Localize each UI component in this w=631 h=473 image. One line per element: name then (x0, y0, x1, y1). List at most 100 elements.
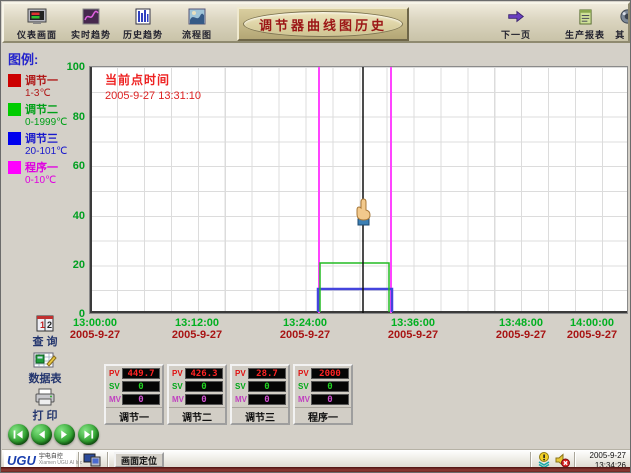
company-name-en: Xiamen UGU AI Inc (39, 461, 82, 467)
clock-date: 2005-9-27 (590, 451, 626, 461)
skip-to-start-icon (12, 429, 25, 440)
toolbar-button-instrument-screen[interactable]: 仪表画面 (10, 8, 64, 42)
toolbar: 仪表画面 实时趋势 历史趋势 流程图 调节器曲线图历史 下一页 生产报表 (2, 2, 630, 43)
regulator2-curve (320, 263, 389, 312)
sv-value: 0 (122, 381, 160, 392)
y-tick-label: 20 (59, 259, 85, 271)
trend-curves (90, 67, 627, 313)
toolbar-button-realtime-trend[interactable]: 实时趋势 (64, 8, 118, 42)
toolbar-button-other[interactable]: 其 他 (604, 8, 630, 42)
query-tool-button[interactable]: 12 查 询 (23, 315, 67, 349)
legend-series-range: 1-3℃ (25, 88, 90, 99)
page-title-oval: 调节器曲线图历史 (243, 11, 403, 37)
data-table-tool-button[interactable]: 数据表 (23, 351, 67, 386)
sv-value: 0 (185, 381, 223, 392)
svg-text:1: 1 (40, 320, 45, 330)
status-bar: UGU 宇电自控 Xiamen UGU AI Inc 画面定位 2005-9-2… (2, 449, 630, 469)
cursor-info: 当前点时间 2005-9-27 13:31:10 (105, 71, 201, 102)
report-notepad-icon (578, 8, 593, 25)
y-tick-label: 40 (59, 210, 85, 222)
tool-label: 打 印 (23, 407, 67, 423)
pv-label: PV (298, 369, 309, 378)
legend-swatch-green (8, 103, 21, 116)
toolbar-button-label: 历史趋势 (123, 28, 163, 41)
nav-last-button[interactable] (78, 424, 99, 445)
statusbar-separator (530, 452, 532, 468)
x-tick-time: 13:24:00 (269, 317, 341, 329)
toolbar-button-history-trend[interactable]: 历史趋势 (116, 8, 170, 42)
legend-series-name: 调节二 (25, 101, 58, 117)
x-tick-time: 13:48:00 (485, 317, 557, 329)
panel-name: 程序一 (295, 407, 351, 424)
arrow-left-icon (35, 429, 48, 440)
legend-swatch-magenta (8, 161, 21, 174)
x-tick-date: 2005-9-27 (377, 329, 449, 341)
statusbar-separator (107, 452, 109, 468)
sv-label: SV (235, 382, 246, 391)
legend-swatch-blue (8, 132, 21, 145)
mv-value: 0 (311, 394, 349, 405)
mv-label: MV (298, 395, 309, 404)
value-panel-program1: PV2000 SV0 MV0 程序一 (293, 364, 353, 425)
alarm-status-icon[interactable] (536, 452, 552, 468)
pv-value: 2000 (311, 368, 349, 379)
toolbar-button-label: 实时趋势 (71, 28, 111, 41)
nav-previous-button[interactable] (31, 424, 52, 445)
panel-name: 调节三 (232, 407, 288, 424)
toolbar-button-flowchart[interactable]: 流程图 (170, 8, 224, 42)
data-table-icon (33, 351, 57, 369)
legend-item: 调节三 20-101℃ (8, 130, 90, 157)
statusbar-separator (574, 452, 576, 468)
cursor-info-time: 2005-9-27 13:31:10 (105, 90, 201, 102)
tool-label: 数据表 (23, 370, 67, 386)
nav-next-button[interactable] (54, 424, 75, 445)
instrument-screen-icon (27, 8, 47, 25)
value-panel-regulator3: PV28.7 SV0 MV0 调节三 (230, 364, 290, 425)
mv-value: 0 (248, 394, 286, 405)
sound-muted-icon[interactable] (554, 452, 570, 468)
mv-label: MV (172, 395, 183, 404)
statusbar-separator (78, 452, 80, 468)
x-tick-date: 2005-9-27 (161, 329, 233, 341)
hand-cursor-icon[interactable] (357, 199, 370, 225)
legend-series-name: 调节一 (25, 72, 58, 88)
x-tick-date: 2005-9-27 (556, 329, 628, 341)
screen-locate-button[interactable]: 画面定位 (114, 452, 164, 468)
other-gear-icon (619, 8, 631, 25)
x-tick-time: 13:12:00 (161, 317, 233, 329)
legend-swatch-red (8, 74, 21, 87)
toolbar-button-label: 下一页 (501, 28, 531, 41)
legend-series-range: 20-101℃ (25, 146, 90, 157)
logo-text: UGU (7, 453, 36, 468)
x-tick-time: 14:00:00 (556, 317, 628, 329)
trend-plot-area[interactable]: 当前点时间 2005-9-27 13:31:10 (89, 66, 628, 314)
x-tick-date: 2005-9-27 (485, 329, 557, 341)
hmi-screen: 仪表画面 实时趋势 历史趋势 流程图 调节器曲线图历史 下一页 生产报表 (0, 0, 631, 473)
history-trend-icon (133, 8, 153, 25)
pv-label: PV (109, 369, 120, 378)
nav-first-button[interactable] (8, 424, 29, 445)
legend-item: 调节一 1-3℃ (8, 72, 90, 99)
legend-series-name: 程序一 (25, 159, 58, 175)
pv-value: 28.7 (248, 368, 286, 379)
y-tick-label: 60 (59, 160, 85, 172)
panel-name: 调节二 (169, 407, 225, 424)
printer-icon (34, 388, 56, 406)
value-panel-regulator2: PV426.3 SV0 MV0 调节二 (167, 364, 227, 425)
next-page-arrow-icon (506, 8, 526, 25)
tool-label: 查 询 (23, 333, 67, 349)
sv-value: 0 (248, 381, 286, 392)
y-tick-label: 80 (59, 111, 85, 123)
toolbar-button-next-page[interactable]: 下一页 (489, 8, 543, 42)
pv-label: PV (172, 369, 183, 378)
toolbar-button-label: 仪表画面 (17, 28, 57, 41)
print-tool-button[interactable]: 打 印 (23, 388, 67, 423)
panel-name: 调节一 (106, 407, 162, 424)
sv-label: SV (109, 382, 120, 391)
cursor-info-label: 当前点时间 (105, 71, 201, 88)
x-tick-date: 2005-9-27 (59, 329, 131, 341)
skip-to-end-icon (82, 429, 95, 440)
page-title-plate: 调节器曲线图历史 (237, 7, 409, 41)
computer-icon (82, 452, 102, 468)
query-calendar-icon: 12 (35, 315, 55, 332)
